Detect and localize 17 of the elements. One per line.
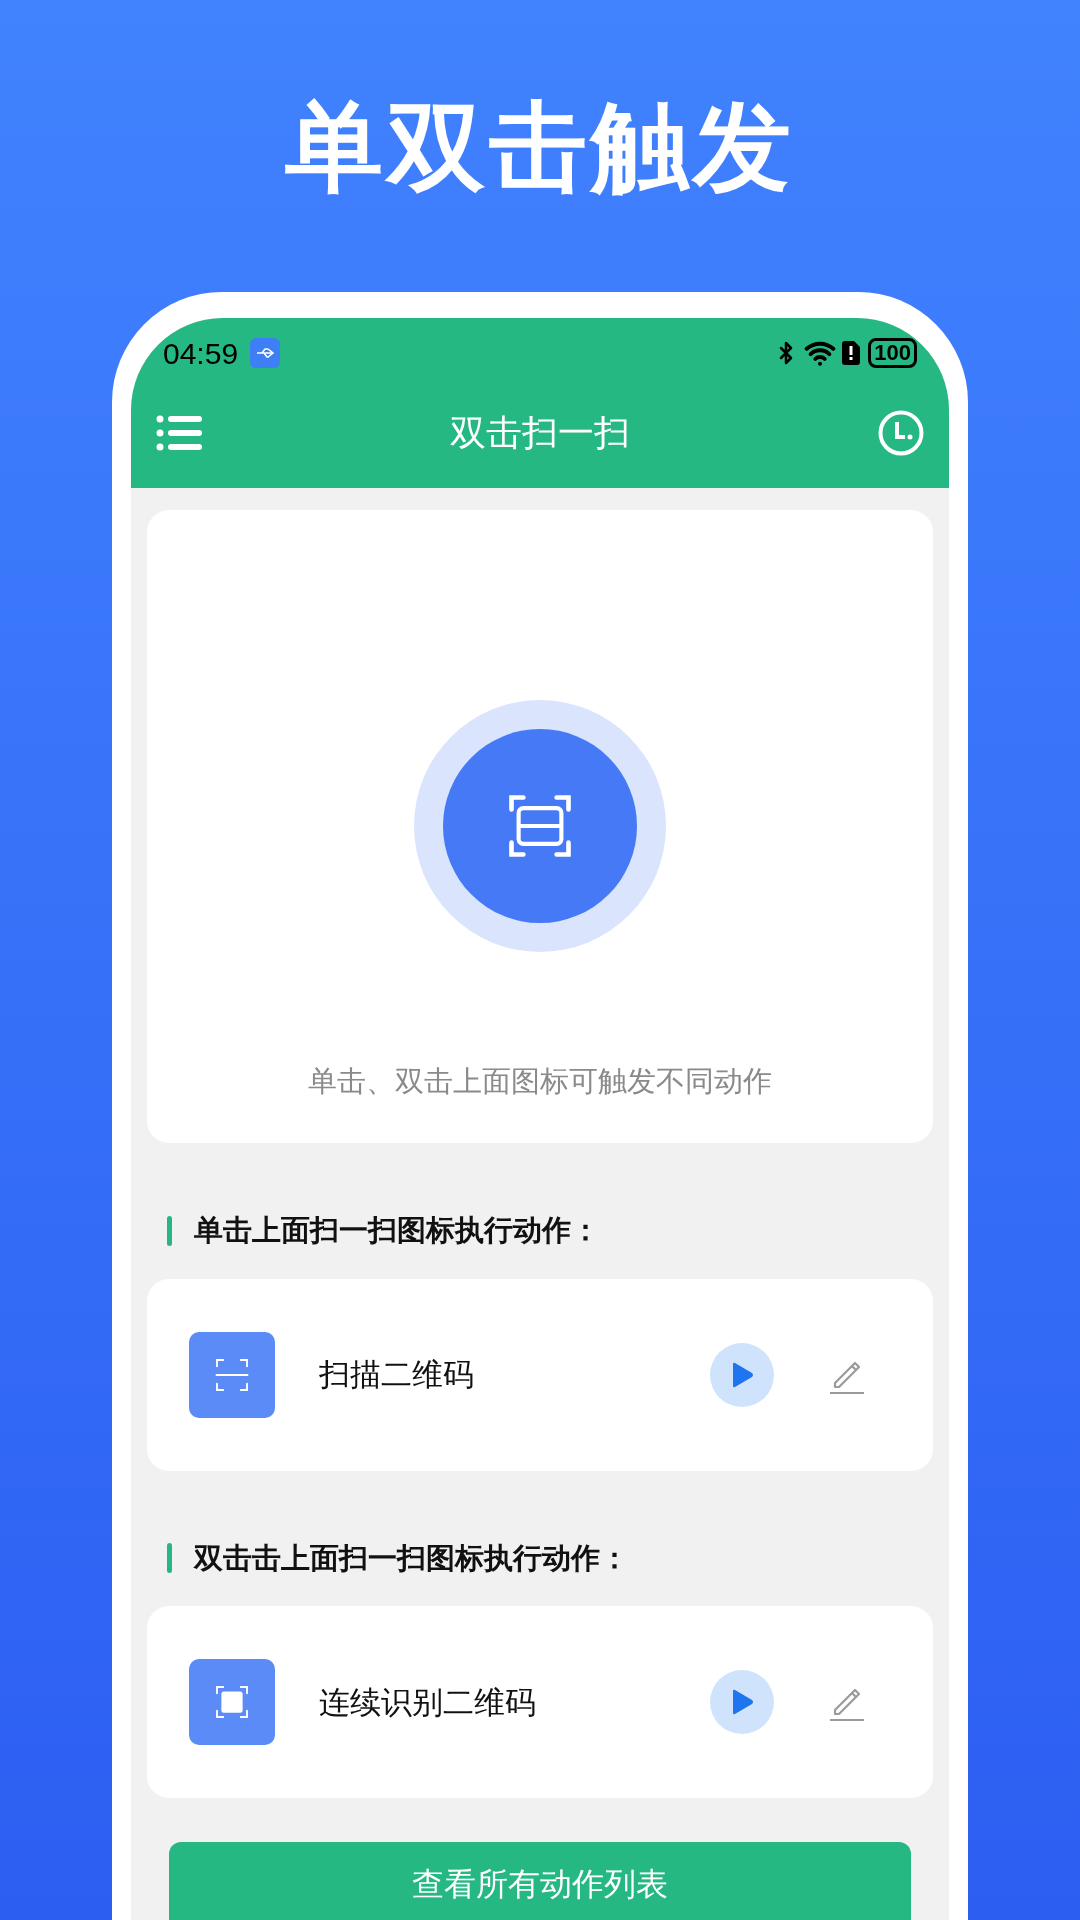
section-title: 单击上面扫一扫图标执行动作： xyxy=(194,1212,600,1249)
section-title: 双击击上面扫一扫图标执行动作： xyxy=(194,1539,629,1577)
battery-indicator: 100 xyxy=(868,338,917,368)
play-icon xyxy=(730,1689,754,1715)
app-title: 双击扫一扫 xyxy=(450,411,630,455)
sim-alert-icon xyxy=(842,341,861,365)
section-marker xyxy=(167,1215,172,1246)
play-icon xyxy=(730,1361,754,1388)
section-marker xyxy=(167,1543,172,1574)
view-all-actions-button[interactable]: 查看所有动作列表 xyxy=(169,1842,911,1920)
headline: 单双击触发 xyxy=(285,98,795,196)
clock-icon[interactable] xyxy=(878,410,924,456)
action-label: 扫描二维码 xyxy=(319,1355,475,1395)
menu-icon[interactable] xyxy=(156,413,202,453)
hint-text: 单击、双击上面图标可触发不同动作 xyxy=(308,1063,772,1100)
action-label: 连续识别二维码 xyxy=(319,1682,537,1722)
status-time: 04:59 xyxy=(163,335,239,372)
